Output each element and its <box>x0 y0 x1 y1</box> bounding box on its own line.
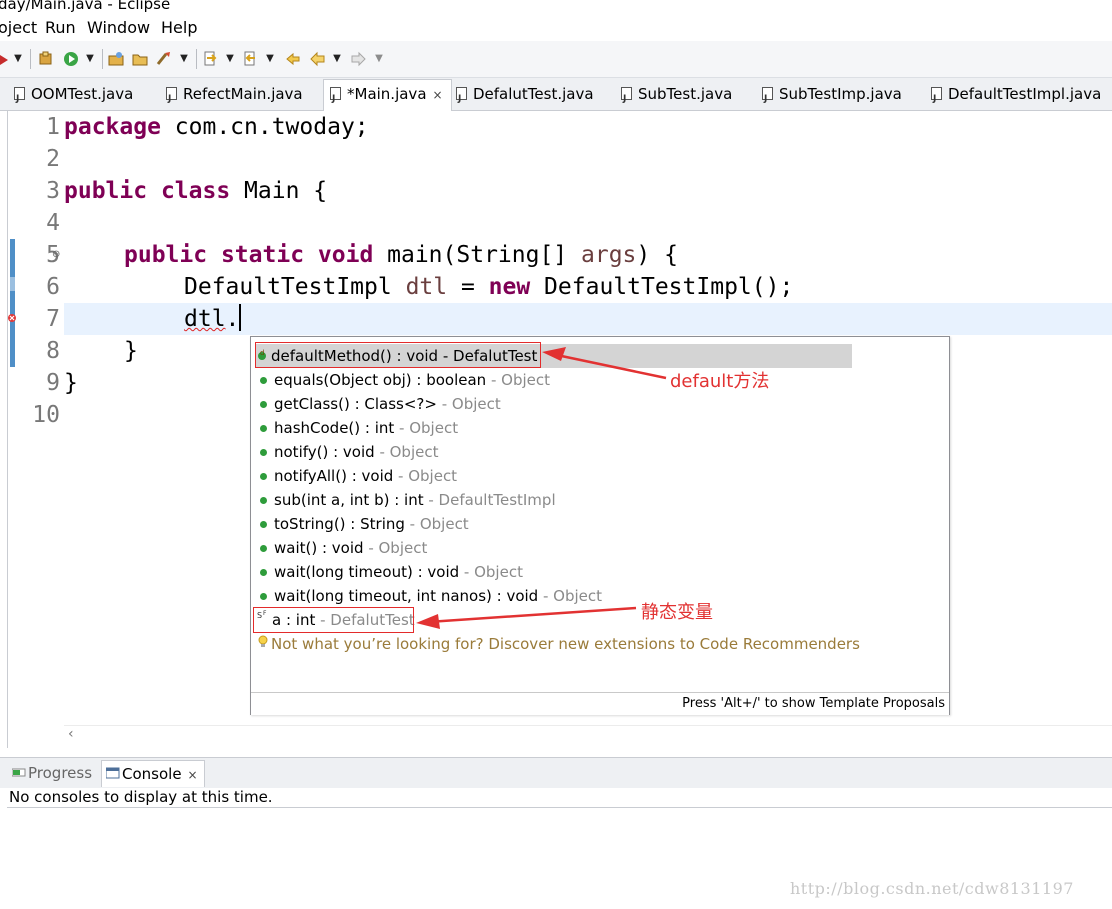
close-icon[interactable]: × <box>188 768 198 782</box>
tab-progress[interactable]: Progress <box>11 760 93 786</box>
console-empty-message: No consoles to display at this time. <box>9 788 273 806</box>
annotation-static-variable: 静态变量 <box>641 602 713 623</box>
console-output: No consoles to display at this time. <box>7 787 1112 808</box>
tab-label: Console <box>122 765 182 783</box>
progress-icon <box>11 760 28 786</box>
bottom-panel-tabs: Progress Console × <box>0 757 1112 788</box>
tab-label: Progress <box>28 764 93 782</box>
console-icon <box>105 761 122 787</box>
tab-console-active[interactable]: Console × <box>101 760 205 787</box>
annotation-default-method: default方法 <box>670 371 770 392</box>
watermark-text: http://blog.csdn.net/cdw8131197 <box>790 879 1074 898</box>
